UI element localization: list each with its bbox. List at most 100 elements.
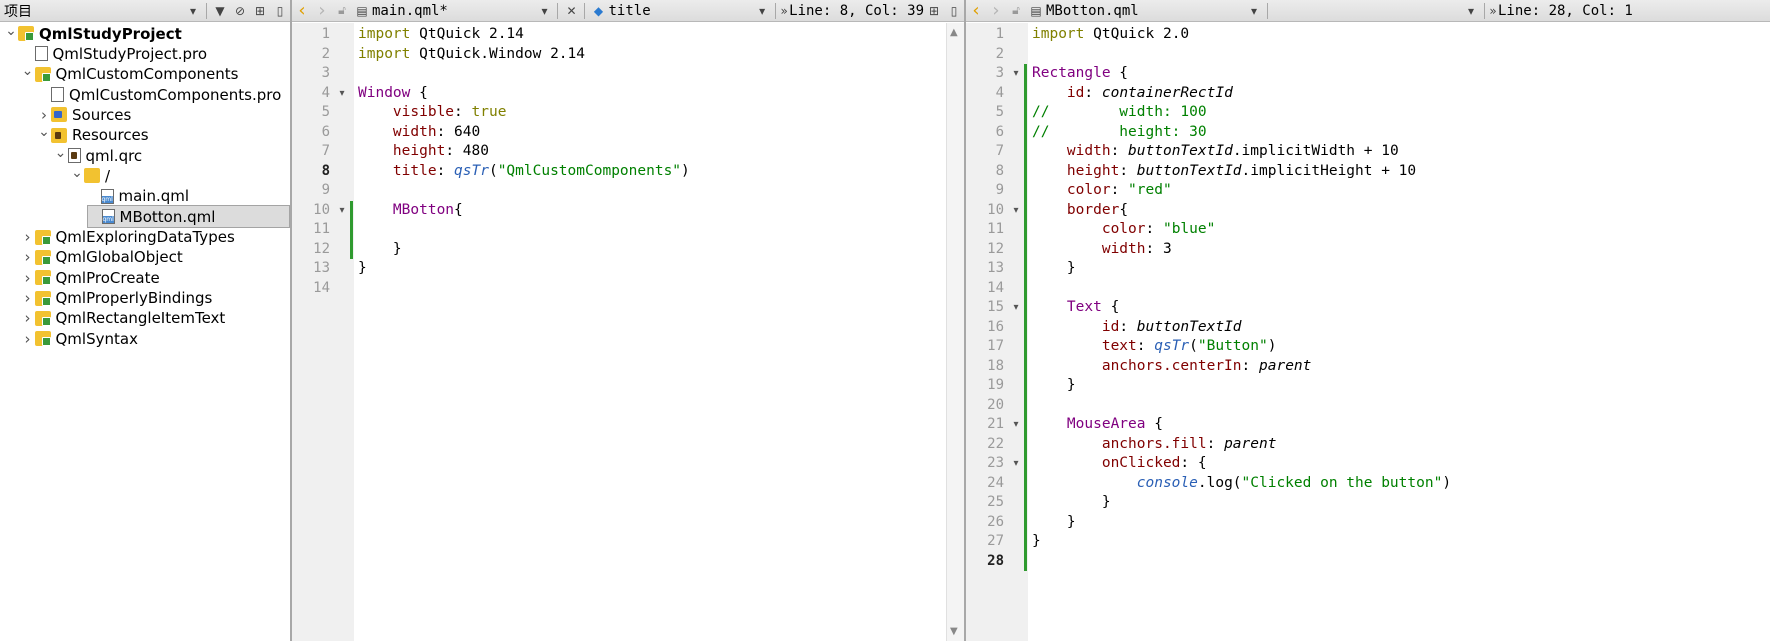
- code-line[interactable]: Rectangle {: [1032, 64, 1128, 84]
- line-number: 2: [995, 45, 1004, 62]
- fold-toggle-icon[interactable]: ▾: [1010, 454, 1022, 474]
- code-line[interactable]: color: "red": [1032, 181, 1172, 201]
- back-icon[interactable]: ‹: [966, 0, 986, 21]
- link-icon[interactable]: ⊘: [230, 0, 250, 21]
- modified-line-marker: [1024, 415, 1027, 435]
- chevron-right-icon[interactable]: ›: [21, 289, 35, 307]
- code-line[interactable]: // width: 100: [1032, 103, 1207, 123]
- code-line[interactable]: }: [358, 259, 367, 279]
- close-panel-icon[interactable]: ▯: [944, 0, 964, 21]
- editor-left-symbol[interactable]: title: [608, 3, 752, 19]
- chevron-down-icon[interactable]: ⌄: [54, 145, 68, 161]
- code-line[interactable]: anchors.fill: parent: [1032, 435, 1277, 455]
- line-number: 28: [987, 552, 1004, 569]
- code-line[interactable]: import QtQuick.Window 2.14: [358, 45, 585, 65]
- tree-item-label: MBotton.qml: [119, 207, 216, 226]
- code-line[interactable]: console.log("Clicked on the button"): [1032, 474, 1451, 494]
- split-arrow-icon[interactable]: »: [779, 0, 789, 21]
- qrc-icon: [67, 148, 81, 164]
- forward-icon[interactable]: ›: [312, 0, 332, 21]
- tree-item[interactable]: › QmlSyntax: [21, 327, 138, 350]
- chevron-down-icon[interactable]: ⌄: [37, 124, 51, 140]
- chevron-down-icon[interactable]: ▾: [1244, 0, 1264, 21]
- chevron-right-icon[interactable]: ›: [21, 248, 35, 266]
- back-icon[interactable]: ‹: [292, 0, 312, 21]
- line-number: 1: [995, 26, 1004, 42]
- chevron-right-icon[interactable]: ›: [21, 309, 35, 327]
- code-line[interactable]: }: [358, 240, 402, 260]
- modified-line-marker: [1024, 103, 1027, 123]
- code-line[interactable]: width: buttonTextId.implicitWidth + 10: [1032, 142, 1399, 162]
- code-line[interactable]: id: containerRectId: [1032, 84, 1233, 104]
- qml-icon: [101, 209, 115, 225]
- fold-toggle-icon[interactable]: ▾: [336, 201, 348, 221]
- chevron-down-icon[interactable]: ▾: [534, 0, 554, 21]
- code-line[interactable]: width: 640: [358, 123, 480, 143]
- code-line[interactable]: }: [1032, 532, 1041, 552]
- editor-right-code[interactable]: import QtQuick 2.0 Rectangle { id: contai…: [1028, 23, 1770, 641]
- code-line[interactable]: import QtQuick 2.0: [1032, 25, 1189, 45]
- chevron-right-icon[interactable]: ›: [37, 106, 51, 124]
- code-line[interactable]: onClicked: {: [1032, 454, 1207, 474]
- close-icon[interactable]: ✕: [561, 0, 581, 21]
- code-line[interactable]: // height: 30: [1032, 123, 1207, 143]
- close-panel-icon[interactable]: ▯: [270, 0, 290, 21]
- folder-icon: [34, 331, 51, 347]
- chevron-down-icon[interactable]: ▾: [183, 0, 203, 21]
- code-line[interactable]: MBotton{: [358, 201, 463, 221]
- code-line[interactable]: color: "blue": [1032, 220, 1216, 240]
- fold-toggle-icon[interactable]: ▾: [1010, 415, 1022, 435]
- code-line[interactable]: height: 480: [358, 142, 489, 162]
- editor-left-cursor-pos[interactable]: Line: 8, Col: 39: [789, 3, 924, 19]
- editor-right-cursor-pos[interactable]: Line: 28, Col: 1: [1498, 3, 1633, 19]
- code-line[interactable]: title: qsTr("QmlCustomComponents"): [358, 162, 690, 182]
- chevron-down-icon[interactable]: ⌄: [4, 23, 18, 39]
- tree-item-label: QmlSyntax: [55, 329, 138, 348]
- line-number: 11: [987, 221, 1004, 237]
- code-line[interactable]: }: [1032, 493, 1111, 513]
- code-line[interactable]: anchors.centerIn: parent: [1032, 357, 1312, 377]
- code-line[interactable]: border{: [1032, 201, 1128, 221]
- fold-toggle-icon[interactable]: ▾: [1010, 298, 1022, 318]
- code-line[interactable]: height: buttonTextId.implicitHeight + 10: [1032, 162, 1416, 182]
- line-number: 3: [995, 65, 1004, 81]
- chevron-down-icon[interactable]: ⌄: [70, 165, 84, 181]
- code-line[interactable]: Text {: [1032, 298, 1119, 318]
- line-number: 21: [987, 416, 1004, 432]
- split-icon[interactable]: ⊞: [250, 0, 270, 21]
- line-number: 12: [313, 240, 330, 257]
- chevron-down-icon[interactable]: ▾: [1461, 0, 1481, 21]
- scroll-down-icon[interactable]: ▼: [950, 626, 958, 637]
- code-line[interactable]: import QtQuick 2.14: [358, 25, 524, 45]
- chevron-right-icon[interactable]: ›: [21, 330, 35, 348]
- fold-toggle-icon[interactable]: ▾: [1010, 201, 1022, 221]
- chevron-down-icon[interactable]: ⌄: [21, 63, 35, 79]
- editor-left-code[interactable]: import QtQuick 2.14 import QtQuick.Window…: [354, 23, 946, 641]
- fold-toggle-icon[interactable]: ▾: [336, 84, 348, 104]
- chevron-right-icon[interactable]: ›: [21, 269, 35, 287]
- code-line[interactable]: text: qsTr("Button"): [1032, 337, 1277, 357]
- modified-line-marker: [1024, 278, 1027, 298]
- chevron-down-icon[interactable]: ▾: [752, 0, 772, 21]
- editor-left-scrollbar[interactable]: ▲ ▼: [946, 23, 964, 641]
- code-line[interactable]: }: [1032, 376, 1076, 396]
- code-line[interactable]: id: buttonTextId: [1032, 318, 1242, 338]
- chevron-right-icon[interactable]: ›: [21, 228, 35, 246]
- modified-line-marker: [1024, 122, 1027, 142]
- code-line[interactable]: }: [1032, 513, 1076, 533]
- code-line[interactable]: MouseArea {: [1032, 415, 1163, 435]
- editor-left-file-name[interactable]: main.qml*: [372, 3, 534, 19]
- scroll-up-icon[interactable]: ▲: [950, 27, 958, 38]
- code-line[interactable]: visible: true: [358, 103, 507, 123]
- split-icon[interactable]: ⊞: [924, 0, 944, 21]
- code-line[interactable]: width: 3: [1032, 240, 1172, 260]
- editor-right-file-name[interactable]: MBotton.qml: [1046, 3, 1244, 19]
- fold-toggle-icon[interactable]: ▾: [1010, 64, 1022, 84]
- filter-icon[interactable]: ▼: [210, 0, 230, 21]
- tree-item-label: QmlExploringDataTypes: [55, 228, 235, 246]
- forward-icon[interactable]: ›: [986, 0, 1006, 21]
- code-line[interactable]: Window {: [358, 84, 428, 104]
- code-line[interactable]: }: [1032, 259, 1076, 279]
- folder-icon: [18, 26, 34, 41]
- split-arrow-icon[interactable]: »: [1488, 0, 1498, 21]
